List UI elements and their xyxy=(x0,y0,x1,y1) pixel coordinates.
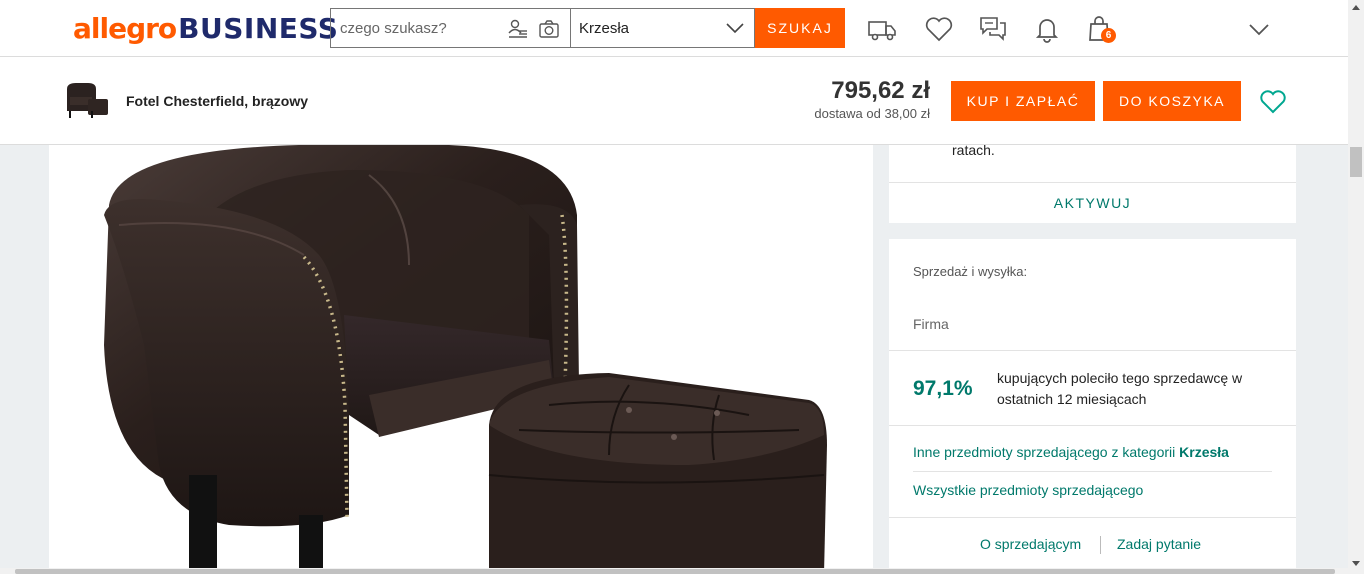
scroll-down-arrow-icon[interactable] xyxy=(1352,561,1360,566)
search-bar: Krzesła SZUKAJ xyxy=(330,8,845,48)
add-to-watchlist-heart-icon[interactable] xyxy=(1259,87,1287,115)
camera-icon[interactable] xyxy=(538,18,560,40)
bell-icon[interactable] xyxy=(1032,14,1062,44)
divider xyxy=(889,350,1296,351)
logo-allegro-text: allegro xyxy=(73,12,177,45)
top-header: allegroBUSINESS Krzesła SZUKAJ xyxy=(0,0,1348,57)
add-to-cart-button[interactable]: DO KOSZYKA xyxy=(1103,81,1241,121)
divider xyxy=(913,471,1272,472)
product-title: Fotel Chesterfield, brązowy xyxy=(126,93,309,109)
divider xyxy=(889,425,1296,426)
allegro-business-logo[interactable]: allegroBUSINESS xyxy=(73,12,338,45)
cart-count-badge: 6 xyxy=(1101,28,1116,43)
heart-icon[interactable] xyxy=(924,14,954,44)
product-thumbnail[interactable] xyxy=(64,81,112,121)
promo-text-fragment: ratach. xyxy=(952,142,995,158)
scrollbar-thumb[interactable] xyxy=(1350,147,1362,177)
search-field-wrapper xyxy=(330,8,570,48)
recommendation-text: kupujących poleciło tego sprzedawcę w os… xyxy=(997,370,1243,407)
chevron-down-icon xyxy=(726,23,744,34)
delivery-truck-icon[interactable] xyxy=(867,14,897,44)
vertical-scrollbar[interactable] xyxy=(1348,0,1364,574)
product-price: 795,62 zł xyxy=(831,77,930,104)
scroll-up-arrow-icon[interactable] xyxy=(1352,5,1360,10)
link-separator xyxy=(1100,536,1101,554)
delivery-price: dostawa od 38,00 zł xyxy=(814,106,930,121)
sticky-product-bar: Fotel Chesterfield, brązowy 795,62 zł do… xyxy=(0,57,1348,145)
buy-now-button[interactable]: KUP I ZAPŁAĆ xyxy=(951,81,1095,121)
ask-question-link[interactable]: Zadaj pytanie xyxy=(1117,536,1201,552)
seller-card: Sprzedaż i wysyłka: Firma 97,1% kupujący… xyxy=(889,239,1296,574)
product-image-armchair-with-ottoman xyxy=(104,145,827,574)
promo-card: ratach. AKTYWUJ xyxy=(889,142,1296,223)
search-button[interactable]: SZUKAJ xyxy=(755,8,845,48)
other-items-in-category-link[interactable]: Inne przedmioty sprzedającego z kategori… xyxy=(913,444,1229,460)
product-image-panel[interactable] xyxy=(49,145,873,574)
all-seller-items-link[interactable]: Wszystkie przedmioty sprzedającego xyxy=(913,482,1143,498)
about-seller-link[interactable]: O sprzedającym xyxy=(980,536,1081,552)
activate-button[interactable]: AKTYWUJ xyxy=(889,183,1296,223)
logo-business-text: BUSINESS xyxy=(178,12,339,45)
category-select[interactable]: Krzesła xyxy=(570,8,755,48)
other-items-link-prefix: Inne przedmioty sprzedającego z kategori… xyxy=(913,444,1176,460)
messages-icon[interactable] xyxy=(978,14,1008,44)
category-select-value: Krzesła xyxy=(579,19,630,37)
other-items-link-category: Krzesła xyxy=(1179,444,1229,460)
sales-and-shipping-label: Sprzedaż i wysyłka: xyxy=(913,264,1028,279)
seller-type: Firma xyxy=(913,316,949,332)
search-filters-icon[interactable] xyxy=(507,18,529,40)
divider xyxy=(889,517,1296,518)
chevron-down-icon[interactable] xyxy=(1244,15,1274,45)
horizontal-scrollbar[interactable] xyxy=(0,568,1348,574)
search-input[interactable] xyxy=(340,19,500,37)
recommendation-percent: 97,1% xyxy=(913,377,973,400)
scrollbar-thumb[interactable] xyxy=(15,569,1335,574)
